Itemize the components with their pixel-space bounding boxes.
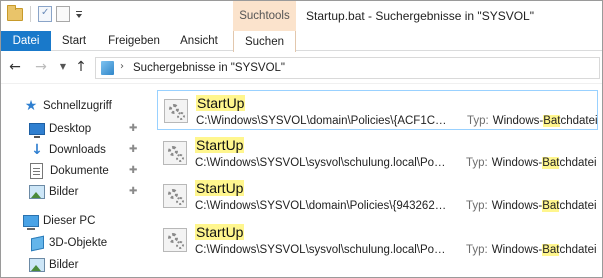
ribbon-tabs: Datei Start Freigeben Ansicht Suchen: [1, 31, 602, 52]
3d-objects-icon: [29, 235, 45, 251]
address-bar[interactable]: › Suchergebnisse in "SYSVOL": [95, 57, 600, 79]
type-label: Typ:: [467, 115, 489, 127]
navigation-bar: ← → ▼ ↑ › Suchergebnisse in "SYSVOL": [1, 52, 602, 84]
result-name: StartUp: [195, 180, 245, 196]
type-label: Typ:: [466, 200, 488, 212]
result-row[interactable]: StartUp C:\Windows\SYSVOL\domain\Policie…: [157, 90, 598, 130]
search-results-list: StartUp C:\Windows\SYSVOL\domain\Policie…: [153, 85, 602, 277]
nav-item-label: Schnellzugriff: [43, 100, 112, 112]
nav-item-dokumente[interactable]: Dokumente ✚: [1, 161, 151, 181]
batch-file-icon: [163, 184, 187, 208]
result-path: C:\Windows\SYSVOL\sysvol\schulung.local\…: [195, 244, 447, 256]
result-row[interactable]: StartUp C:\Windows\SYSVOL\sysvol\schulun…: [157, 133, 598, 173]
nav-item-label: Dokumente: [50, 165, 109, 177]
result-type: Typ: Windows-Batchdatei: [466, 244, 597, 256]
type-value: Windows-Batchdatei: [491, 200, 597, 212]
pin-icon[interactable]: ✚: [129, 165, 137, 176]
address-text: Suchergebnisse in "SYSVOL": [133, 62, 285, 74]
nav-item-bilder-pc[interactable]: Bilder: [1, 255, 151, 275]
navigation-pane: ★ Schnellzugriff Desktop ✚ ↓ Downloads ✚…: [1, 85, 151, 277]
batch-file-icon: [164, 99, 188, 123]
breadcrumb-chevron-icon[interactable]: ›: [120, 61, 124, 72]
search-tools-context-header: Suchtools: [233, 1, 296, 31]
batch-file-icon: [163, 141, 187, 165]
back-arrow-icon[interactable]: ←: [7, 59, 23, 75]
result-name: StartUp: [195, 224, 245, 240]
forward-arrow-icon[interactable]: →: [33, 59, 49, 75]
type-label: Typ:: [466, 244, 488, 256]
result-path: C:\Windows\SYSVOL\sysvol\schulung.local\…: [195, 157, 447, 169]
qat-separator: [30, 6, 31, 22]
type-value: Windows-Batchdatei: [491, 244, 597, 256]
window-title: Startup.bat - Suchergebnisse in "SYSVOL": [306, 9, 534, 23]
customize-toolbar-dropdown-icon[interactable]: [74, 6, 84, 22]
nav-item-label: Downloads: [49, 144, 106, 156]
pictures-icon: [29, 258, 45, 272]
folder-icon: [7, 4, 23, 21]
nav-item-3d-objekte[interactable]: 3D-Objekte: [1, 233, 151, 253]
pin-icon[interactable]: ✚: [129, 123, 137, 134]
pin-icon[interactable]: ✚: [129, 144, 137, 155]
result-type: Typ: Windows-Batchdatei: [466, 157, 597, 169]
nav-item-bilder[interactable]: Bilder ✚: [1, 182, 151, 202]
explorer-window: Suchtools Startup.bat - Suchergebnisse i…: [0, 0, 603, 278]
result-type: Typ: Windows-Batchdatei: [467, 115, 598, 127]
result-path: C:\Windows\SYSVOL\domain\Policies\{94326…: [195, 200, 447, 212]
nav-item-downloads[interactable]: ↓ Downloads ✚: [1, 140, 151, 160]
quick-access-toolbar: [7, 4, 84, 22]
nav-item-label: Dieser PC: [43, 215, 96, 227]
result-name: StartUp: [196, 95, 246, 111]
up-arrow-icon[interactable]: ↑: [73, 59, 89, 75]
new-folder-icon[interactable]: [56, 6, 70, 22]
tab-suchen[interactable]: Suchen: [233, 31, 296, 52]
nav-item-label: 3D-Objekte: [49, 237, 108, 249]
recent-locations-chevron-icon[interactable]: ▼: [55, 59, 71, 75]
nav-item-desktop[interactable]: Desktop ✚: [1, 119, 151, 139]
star-icon: ★: [24, 98, 38, 114]
nav-item-this-pc[interactable]: Dieser PC: [1, 211, 151, 231]
nav-item-label: Bilder: [49, 186, 79, 198]
pictures-icon: [29, 185, 45, 199]
downloads-icon: ↓: [31, 142, 43, 158]
title-bar: Suchtools Startup.bat - Suchergebnisse i…: [1, 1, 602, 31]
result-path: C:\Windows\SYSVOL\domain\Policies\{ACF1C…: [196, 115, 448, 127]
pin-icon[interactable]: ✚: [129, 186, 137, 197]
tab-ansicht[interactable]: Ansicht: [171, 31, 227, 51]
batch-file-icon: [163, 228, 187, 252]
tab-start[interactable]: Start: [53, 31, 95, 51]
nav-item-label: Desktop: [49, 123, 92, 135]
type-label: Typ:: [466, 157, 488, 169]
result-row[interactable]: StartUp C:\Windows\SYSVOL\domain\Policie…: [157, 176, 598, 216]
result-name: StartUp: [195, 137, 245, 153]
properties-icon[interactable]: [38, 6, 52, 22]
type-value: Windows-Batchdatei: [492, 115, 598, 127]
type-value: Windows-Batchdatei: [491, 157, 597, 169]
tab-freigeben[interactable]: Freigeben: [101, 31, 167, 51]
nav-item-quick-access[interactable]: ★ Schnellzugriff: [1, 96, 151, 116]
computer-icon: [23, 215, 39, 230]
result-row[interactable]: StartUp C:\Windows\SYSVOL\sysvol\schulun…: [157, 220, 598, 260]
nav-item-label: Bilder: [49, 259, 79, 271]
search-results-icon: [101, 61, 114, 75]
documents-icon: [30, 163, 43, 179]
desktop-icon: [29, 123, 45, 138]
tab-datei[interactable]: Datei: [1, 31, 51, 51]
result-type: Typ: Windows-Batchdatei: [466, 200, 597, 212]
